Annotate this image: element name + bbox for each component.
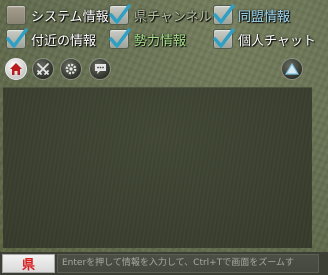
filter-checkbox[interactable] xyxy=(109,4,131,25)
filter-label: 県チャンネル xyxy=(134,9,212,25)
triangle-up-icon xyxy=(285,62,299,75)
filter-checkbox[interactable] xyxy=(213,28,235,49)
filter-alliance-info[interactable]: 同盟情報 xyxy=(213,4,290,26)
channel-select-button[interactable]: 県 xyxy=(2,254,55,273)
gear-icon xyxy=(65,63,77,75)
settings-tab-button[interactable] xyxy=(60,58,82,80)
chat-tab-bar xyxy=(0,56,328,84)
chat-message-area[interactable] xyxy=(3,87,312,248)
scroll-up-button[interactable] xyxy=(281,58,303,80)
chat-filter-panel: システム情報 県チャンネル 同盟情報 付近の情報 勢力情報 個人チャット xyxy=(0,0,328,54)
filter-system-info[interactable]: システム情報 xyxy=(6,4,109,26)
checkmark-icon xyxy=(6,28,28,48)
filter-checkbox[interactable] xyxy=(6,5,26,25)
chat-input-field[interactable]: Enterを押して情報を入力して、Ctrl+Tで画面をズームす xyxy=(57,254,319,273)
checkmark-icon xyxy=(109,4,131,24)
filter-checkbox[interactable] xyxy=(109,28,131,49)
filter-faction-info[interactable]: 勢力情報 xyxy=(109,28,186,50)
filter-label: 個人チャット xyxy=(238,33,316,49)
filter-label: 勢力情報 xyxy=(134,33,187,49)
filter-prefecture-channel[interactable]: 県チャンネル xyxy=(109,4,212,26)
filter-label: 付近の情報 xyxy=(31,33,97,49)
home-icon xyxy=(10,63,22,75)
crossed-swords-icon xyxy=(37,63,49,75)
checkmark-icon xyxy=(109,28,131,48)
checkmark-icon xyxy=(213,28,235,48)
filter-nearby-info[interactable]: 付近の情報 xyxy=(6,28,96,50)
filter-label: 同盟情報 xyxy=(238,9,291,25)
filter-private-chat[interactable]: 個人チャット xyxy=(213,28,316,50)
filter-label: システム情報 xyxy=(31,9,109,25)
chat-tab-button[interactable] xyxy=(89,58,111,80)
chat-input-row: 県 Enterを押して情報を入力して、Ctrl+Tで画面をズームす xyxy=(0,252,328,275)
battle-tab-button[interactable] xyxy=(32,58,54,80)
filter-checkbox[interactable] xyxy=(6,28,28,49)
speech-bubble-icon xyxy=(94,64,106,74)
home-tab-button[interactable] xyxy=(5,58,27,80)
filter-checkbox[interactable] xyxy=(213,4,235,25)
checkmark-icon xyxy=(213,4,235,24)
